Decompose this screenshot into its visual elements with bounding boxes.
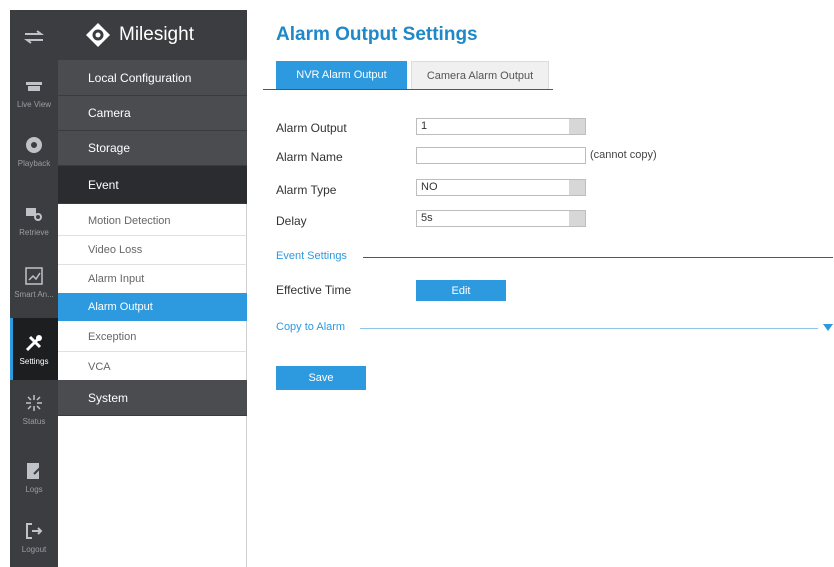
rail-label: Smart An... <box>14 290 54 299</box>
dropdown-arrow-icon <box>569 119 585 134</box>
rail-settings[interactable]: Settings <box>10 318 58 380</box>
rail-playback[interactable]: Playback <box>10 134 58 186</box>
rail-logout[interactable]: Logout <box>10 520 58 567</box>
logs-icon <box>23 460 45 482</box>
delay-select[interactable]: 5s <box>416 210 586 227</box>
delay-label: Delay <box>276 214 307 228</box>
menu-storage[interactable]: Storage <box>58 131 247 166</box>
alarm-name-input[interactable] <box>416 147 586 164</box>
alarm-output-label: Alarm Output <box>276 121 347 135</box>
brand-name: Milesight <box>119 24 194 45</box>
playback-icon <box>23 134 45 156</box>
alarm-name-hint: (cannot copy) <box>590 149 657 161</box>
menu-item-alarm-input[interactable]: Alarm Input <box>58 265 247 292</box>
swap-arrows-icon <box>23 26 45 48</box>
page-title: Alarm Output Settings <box>276 24 478 45</box>
save-button[interactable]: Save <box>276 366 366 390</box>
menu-item-exception[interactable]: Exception <box>58 323 247 352</box>
milesight-logo-icon <box>86 23 110 47</box>
rail-status[interactable]: Status <box>10 392 58 444</box>
alarm-type-select[interactable]: NO <box>416 179 586 196</box>
menu-item-alarm-output[interactable]: Alarm Output <box>58 293 247 321</box>
menu-item-motion-detection[interactable]: Motion Detection <box>58 207 247 236</box>
rail-label: Logout <box>21 545 47 554</box>
main-content: Alarm Output Settings NVR Alarm Output C… <box>248 10 834 567</box>
live-view-icon <box>23 75 45 97</box>
menu-event[interactable]: Event <box>58 166 247 204</box>
rail-label: Settings <box>19 357 49 366</box>
rail-label: Live View <box>16 100 52 109</box>
logout-icon <box>23 520 45 542</box>
rail-label: Retrieve <box>19 228 49 237</box>
menu-item-vca[interactable]: VCA <box>58 352 247 381</box>
alarm-type-label: Alarm Type <box>276 183 337 197</box>
status-icon <box>23 392 45 414</box>
tab-camera-alarm-output[interactable]: Camera Alarm Output <box>411 61 549 89</box>
alarm-output-select[interactable]: 1 <box>416 118 586 135</box>
icon-rail: Live View Playback Retrieve Smart An... … <box>10 10 58 567</box>
rail-smart-analysis[interactable]: Smart An... <box>10 265 58 317</box>
tab-nvr-alarm-output[interactable]: NVR Alarm Output <box>276 61 407 89</box>
dropdown-arrow-icon <box>569 211 585 226</box>
copy-to-alarm-toggle[interactable]: Copy to Alarm <box>276 321 345 333</box>
section-divider <box>363 257 833 258</box>
expand-triangle-icon[interactable] <box>823 324 833 331</box>
rail-switch[interactable] <box>10 26 58 66</box>
alarm-type-value: NO <box>421 181 438 193</box>
menu-local-configuration[interactable]: Local Configuration <box>58 60 247 96</box>
delay-value: 5s <box>421 212 433 224</box>
settings-menu: Milesight Local Configuration Camera Sto… <box>58 10 247 567</box>
dropdown-arrow-icon <box>569 180 585 195</box>
menu-system[interactable]: System <box>58 380 247 416</box>
alarm-output-value: 1 <box>421 120 428 132</box>
rail-label: Status <box>22 417 46 426</box>
brand-header: Milesight <box>58 10 247 60</box>
alarm-name-label: Alarm Name <box>276 150 343 164</box>
copy-divider <box>360 328 818 329</box>
rail-label: Playback <box>17 159 51 168</box>
effective-time-label: Effective Time <box>276 283 352 297</box>
rail-logs[interactable]: Logs <box>10 460 58 512</box>
tab-bar: NVR Alarm Output Camera Alarm Output <box>263 61 553 90</box>
menu-item-video-loss[interactable]: Video Loss <box>58 236 247 265</box>
edit-button[interactable]: Edit <box>416 280 506 301</box>
menu-camera[interactable]: Camera <box>58 96 247 131</box>
retrieve-icon <box>23 203 45 225</box>
rail-label: Logs <box>25 485 43 494</box>
event-settings-heading: Event Settings <box>276 250 347 262</box>
smart-analysis-icon <box>23 265 45 287</box>
rail-live-view[interactable]: Live View <box>10 75 58 127</box>
settings-icon <box>23 332 45 354</box>
rail-retrieve[interactable]: Retrieve <box>10 203 58 255</box>
